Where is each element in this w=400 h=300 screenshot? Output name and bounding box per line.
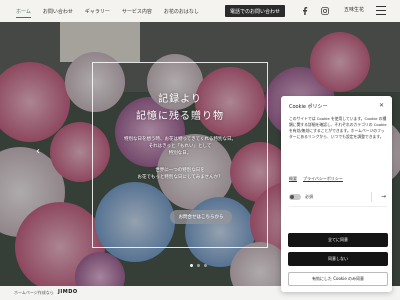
hero-paragraph-1: 特別な日を想う時、お花は特ってきてくれる特別な日。 それはきっと「もれい」として… bbox=[123, 137, 236, 156]
slider-dot[interactable] bbox=[204, 264, 207, 267]
nav-item-gallery[interactable]: ギャラリー bbox=[79, 0, 116, 22]
contact-cta-button[interactable]: お問合せはこちらから bbox=[170, 210, 232, 224]
required-toggle[interactable] bbox=[289, 194, 301, 200]
made-with-label: ホームページ作成なら bbox=[14, 290, 54, 295]
nav-item-home[interactable]: ホーム bbox=[10, 0, 37, 22]
chevron-left-icon[interactable]: ‹ bbox=[36, 146, 40, 157]
site-header: ホーム お問い合わせ ギャラリー サービス内容 お花のおはなし 電話でのお問い合… bbox=[0, 0, 400, 22]
accept-all-button[interactable]: 全てに同意 bbox=[288, 233, 388, 247]
instagram-icon[interactable] bbox=[320, 6, 330, 16]
cookie-title: Cookie ポリシー bbox=[289, 104, 328, 110]
cookie-links: 概要 プライバシーポリシー bbox=[289, 176, 343, 182]
nav-item-contact[interactable]: お問い合わせ bbox=[37, 0, 79, 22]
cookie-policy-panel: Cookie ポリシー ✕ このサイトでは Cookie を使用しています。Co… bbox=[281, 96, 392, 292]
slider-dots bbox=[190, 264, 207, 267]
overview-link[interactable]: 概要 bbox=[289, 176, 297, 182]
phone-inquiry-button[interactable]: 電話でのお問い合わせ bbox=[225, 5, 285, 17]
decline-button[interactable]: 同意しない bbox=[288, 252, 388, 266]
nav-item-services[interactable]: サービス内容 bbox=[116, 0, 158, 22]
jimdo-logo[interactable]: JIMDO bbox=[58, 289, 78, 295]
required-label: 必須 bbox=[305, 194, 313, 199]
facebook-icon[interactable] bbox=[300, 6, 310, 16]
cookie-description: このサイトでは Cookie を使用しています。Cookie の種類に関する詳細… bbox=[289, 116, 387, 139]
slider-dot[interactable] bbox=[190, 264, 193, 267]
main-nav: ホーム お問い合わせ ギャラリー サービス内容 お花のおはなし bbox=[10, 0, 205, 22]
arrow-right-icon[interactable]: → bbox=[381, 193, 386, 200]
privacy-policy-link[interactable]: プライバシーポリシー bbox=[303, 176, 343, 182]
hero-paragraph-2: 世界に一つの特別な日を お花でもっと特別な日にしてみませんか？ bbox=[137, 168, 223, 180]
hamburger-menu-icon[interactable] bbox=[376, 6, 386, 15]
required-cookies-row[interactable]: 必須 → bbox=[289, 192, 387, 202]
cookie-category-row bbox=[289, 206, 387, 218]
accept-selected-button[interactable]: 有効にした Cookie のみ同意 bbox=[288, 272, 388, 286]
nav-item-flower-stories[interactable]: お花のおはなし bbox=[158, 0, 205, 22]
close-icon[interactable]: ✕ bbox=[379, 102, 384, 109]
brand-name[interactable]: 五味生花 bbox=[344, 6, 364, 13]
slider-dot[interactable] bbox=[197, 264, 200, 267]
